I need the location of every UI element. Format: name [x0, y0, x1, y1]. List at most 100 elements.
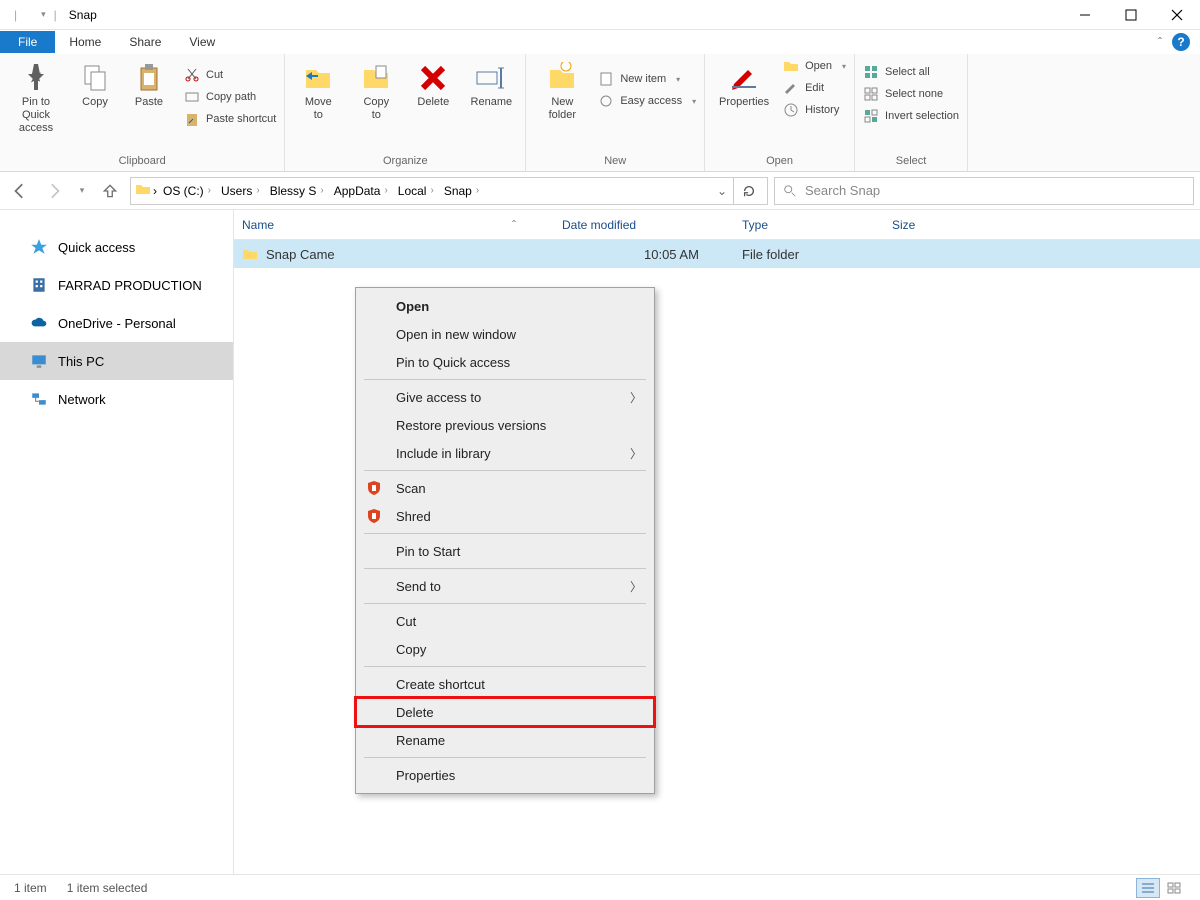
nav-network[interactable]: Network: [0, 380, 233, 418]
nav-onedrive[interactable]: OneDrive - Personal: [0, 304, 233, 342]
navigation-pane: Quick access FARRAD PRODUCTION OneDrive …: [0, 210, 234, 874]
group-select-label: Select: [863, 155, 959, 169]
help-icon[interactable]: ?: [1172, 33, 1190, 51]
file-date: 10:05 AM: [554, 247, 734, 262]
ctx-pin-quick-access[interactable]: Pin to Quick access: [356, 348, 654, 376]
ctx-shred[interactable]: Shred: [356, 502, 654, 530]
col-size[interactable]: Size: [884, 218, 984, 232]
select-none-button[interactable]: Select none: [863, 86, 959, 102]
col-type[interactable]: Type: [734, 218, 884, 232]
group-new-label: New: [534, 155, 696, 169]
file-row[interactable]: Snap Came 10:05 AM File folder: [234, 240, 1200, 268]
copy-path-button[interactable]: Copy path: [184, 89, 276, 105]
ctx-separator: [364, 666, 646, 667]
recent-locations-button[interactable]: ▾: [74, 177, 90, 205]
ctx-open-new-label: Open in new window: [396, 327, 516, 342]
tab-share[interactable]: Share: [115, 31, 175, 53]
ctx-scan[interactable]: Scan: [356, 474, 654, 502]
large-icons-view-button[interactable]: [1162, 878, 1186, 898]
ctx-properties-label: Properties: [396, 768, 455, 783]
drive-icon: [135, 181, 151, 200]
pin-to-quick-access-button[interactable]: Pin to Quick access: [8, 58, 64, 135]
maximize-button[interactable]: [1108, 0, 1154, 30]
ctx-open-new-window[interactable]: Open in new window: [356, 320, 654, 348]
paste-label: Paste: [135, 96, 163, 109]
edit-button[interactable]: Edit: [783, 80, 846, 96]
ctx-separator: [364, 757, 646, 758]
crumb-5[interactable]: Snap›: [440, 184, 483, 198]
ctx-copy[interactable]: Copy: [356, 635, 654, 663]
details-view-button[interactable]: [1136, 878, 1160, 898]
col-name[interactable]: Nameˆ: [234, 218, 554, 232]
ctx-rename[interactable]: Rename: [356, 726, 654, 754]
properties-label: Properties: [719, 96, 769, 109]
select-all-button[interactable]: Select all: [863, 64, 959, 80]
crumb-2[interactable]: Blessy S›: [266, 184, 328, 198]
open-button[interactable]: Open▾: [783, 58, 846, 74]
tab-home[interactable]: Home: [55, 31, 115, 53]
chevron-right-icon: 〉: [630, 445, 642, 462]
group-open-label: Open: [713, 155, 846, 169]
tab-view[interactable]: View: [175, 31, 229, 53]
ctx-pin-start[interactable]: Pin to Start: [356, 537, 654, 565]
back-button[interactable]: [6, 177, 34, 205]
move-to-button[interactable]: Move to: [293, 58, 343, 122]
crumb-2-label: Blessy S: [270, 184, 317, 198]
copy-to-button[interactable]: Copy to: [351, 58, 401, 122]
history-button[interactable]: History: [783, 102, 846, 118]
title-bar: | ▾ | Snap: [0, 0, 1200, 30]
address-dropdown-icon[interactable]: ⌄: [713, 184, 731, 198]
cut-button[interactable]: Cut: [184, 67, 276, 83]
ctx-restore-previous[interactable]: Restore previous versions: [356, 411, 654, 439]
ctx-create-shortcut[interactable]: Create shortcut: [356, 670, 654, 698]
paste-shortcut-button[interactable]: Paste shortcut: [184, 111, 276, 127]
nav-farrad-label: FARRAD PRODUCTION: [58, 278, 202, 293]
minimize-button[interactable]: [1062, 0, 1108, 30]
ctx-pin-start-label: Pin to Start: [396, 544, 460, 559]
new-folder-label: New folder: [549, 96, 577, 122]
qat-dropdown-icon[interactable]: ▾: [41, 9, 46, 20]
crumb-0[interactable]: OS (C:)›: [159, 184, 215, 198]
edit-label: Edit: [805, 82, 824, 94]
paste-button[interactable]: Paste: [126, 58, 172, 135]
ctx-separator: [364, 568, 646, 569]
up-button[interactable]: [96, 177, 124, 205]
delete-button[interactable]: Delete: [409, 58, 457, 122]
ctx-properties[interactable]: Properties: [356, 761, 654, 789]
select-none-label: Select none: [885, 88, 943, 100]
crumb-3[interactable]: AppData›: [330, 184, 392, 198]
invert-selection-button[interactable]: Invert selection: [863, 108, 959, 124]
pin-label: Pin to Quick access: [8, 96, 64, 135]
ctx-open[interactable]: Open: [356, 292, 654, 320]
new-folder-button[interactable]: New folder: [534, 58, 590, 122]
col-date[interactable]: Date modified: [554, 218, 734, 232]
easy-access-button[interactable]: Easy access▾: [598, 93, 696, 109]
ctx-cut[interactable]: Cut: [356, 607, 654, 635]
nav-quick-access[interactable]: Quick access: [0, 228, 233, 266]
nav-onedrive-label: OneDrive - Personal: [58, 316, 176, 331]
new-item-button[interactable]: New item▾: [598, 71, 696, 87]
collapse-ribbon-icon[interactable]: ˆ: [1158, 35, 1162, 49]
ctx-give-access-label: Give access to: [396, 390, 481, 405]
ctx-scan-label: Scan: [396, 481, 426, 496]
ctx-send-to[interactable]: Send to〉: [356, 572, 654, 600]
chevron-right-icon[interactable]: ›: [153, 184, 157, 198]
rename-button[interactable]: Rename: [465, 58, 517, 122]
forward-button[interactable]: [40, 177, 68, 205]
nav-this-pc[interactable]: This PC: [0, 342, 233, 380]
search-placeholder: Search Snap: [805, 183, 880, 198]
properties-button[interactable]: Properties: [713, 58, 775, 118]
ctx-include-library[interactable]: Include in library〉: [356, 439, 654, 467]
address-bar[interactable]: › OS (C:)› Users› Blessy S› AppData› Loc…: [130, 177, 768, 205]
search-input[interactable]: Search Snap: [774, 177, 1194, 205]
rename-label: Rename: [471, 96, 513, 109]
crumb-4[interactable]: Local›: [394, 184, 438, 198]
ctx-give-access[interactable]: Give access to〉: [356, 383, 654, 411]
copy-button[interactable]: Copy: [72, 58, 118, 135]
close-button[interactable]: [1154, 0, 1200, 30]
ctx-delete[interactable]: Delete: [356, 698, 654, 726]
crumb-1[interactable]: Users›: [217, 184, 264, 198]
refresh-button[interactable]: [733, 177, 763, 205]
tab-file[interactable]: File: [0, 31, 55, 53]
nav-farrad[interactable]: FARRAD PRODUCTION: [0, 266, 233, 304]
